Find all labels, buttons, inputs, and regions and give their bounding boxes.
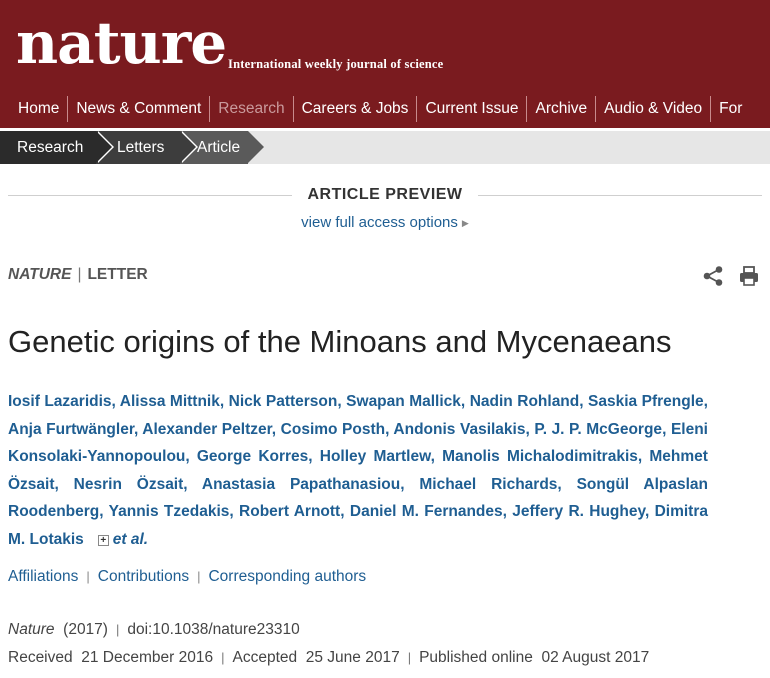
author-separator: , xyxy=(229,503,240,521)
author-link[interactable]: Cosimo Posth xyxy=(281,421,385,438)
nav-current-issue[interactable]: Current Issue xyxy=(417,96,528,122)
nav-news-comment[interactable]: News & Comment xyxy=(68,96,211,122)
author-link[interactable]: Alexander Peltzer xyxy=(142,421,271,438)
meta-separator: | xyxy=(115,622,120,637)
triangle-right-icon: ▶ xyxy=(461,217,469,228)
nav-home[interactable]: Home xyxy=(0,96,69,122)
author-link[interactable]: Swapan Mallick xyxy=(346,393,461,410)
author-link[interactable]: George Korres xyxy=(197,448,308,465)
masthead: nature International weekly journal of s… xyxy=(0,0,770,128)
author-separator: , xyxy=(579,393,589,410)
author-link[interactable]: Iosif Lazaridis xyxy=(8,393,112,410)
author-separator: , xyxy=(703,393,708,410)
author-link[interactable]: Yannis Tzedakis xyxy=(109,503,230,520)
corresponding-authors-link[interactable]: Corresponding authors xyxy=(208,568,366,585)
author-link[interactable]: Robert Arnott xyxy=(239,503,340,520)
author-link[interactable]: Saskia Pfrengle xyxy=(588,393,704,410)
author-link[interactable]: P. J. P. McGeorge xyxy=(534,421,662,438)
journal-name: NATURE xyxy=(8,266,72,283)
breadcrumb-arrow xyxy=(248,131,264,163)
nav-audio-video[interactable]: Audio & Video xyxy=(596,96,712,122)
author-info-links: Affiliations | Contributions | Corresponding… xyxy=(8,568,366,586)
article-type: LETTER xyxy=(87,266,148,283)
author-separator: , xyxy=(308,448,320,466)
kicker-separator: | xyxy=(77,266,82,283)
author-link[interactable]: Anja Furtwängler xyxy=(8,421,134,438)
author-link[interactable]: Daniel M. Fernandes xyxy=(350,503,503,520)
author-link[interactable]: Holley Martlew xyxy=(320,448,431,465)
author-separator: , xyxy=(557,475,577,493)
expand-authors-icon[interactable]: + xyxy=(97,534,109,546)
accepted-date: 25 June 2017 xyxy=(305,649,400,666)
article-tools xyxy=(702,265,760,287)
author-separator: , xyxy=(502,503,513,521)
author-separator: , xyxy=(430,448,443,466)
breadcrumb-arrow xyxy=(96,131,112,163)
author-link[interactable]: Manolis Michalodimitrakis xyxy=(442,448,638,465)
dates-line: Received 21 December 2016 | Accepted 25 Ju… xyxy=(8,649,649,667)
author-separator: , xyxy=(99,503,109,521)
received-date: 21 December 2016 xyxy=(81,649,214,666)
article-kicker: NATURE | LETTER xyxy=(8,266,148,284)
print-icon[interactable] xyxy=(738,265,760,287)
accepted-label: Accepted xyxy=(232,649,298,666)
citation-line: Nature (2017) | doi:10.1038/nature23310 xyxy=(8,621,300,639)
share-icon[interactable] xyxy=(702,265,724,287)
nav-for[interactable]: For xyxy=(711,96,750,122)
affiliations-link[interactable]: Affiliations xyxy=(8,568,78,585)
received-label: Received xyxy=(8,649,73,666)
author-separator: , xyxy=(662,420,671,438)
nav-research[interactable]: Research xyxy=(210,96,294,122)
link-separator: | xyxy=(197,569,201,584)
view-full-access-link[interactable]: view full access options ▶ xyxy=(0,214,770,231)
author-link[interactable]: Nadin Rohland xyxy=(470,393,580,410)
author-separator: , xyxy=(340,503,350,521)
article-title: Genetic origins of the Minoans and Mycen… xyxy=(8,324,672,359)
author-separator: , xyxy=(637,448,650,466)
author-separator: , xyxy=(111,393,120,410)
citation-journal: Nature xyxy=(8,621,55,638)
author-separator: , xyxy=(183,475,202,493)
nav-archive[interactable]: Archive xyxy=(527,96,597,122)
author-separator: , xyxy=(185,448,197,466)
breadcrumb-arrow xyxy=(180,131,196,163)
author-separator: , xyxy=(644,503,655,521)
tagline: International weekly journal of science xyxy=(228,57,444,71)
citation-doi: doi:10.1038/nature23310 xyxy=(127,621,300,638)
author-link[interactable]: Anastasia Papathanasiou xyxy=(202,476,400,493)
link-separator: | xyxy=(86,569,90,584)
contributions-link[interactable]: Contributions xyxy=(98,568,189,585)
author-list: Iosif Lazaridis, Alissa Mittnik, Nick Pa… xyxy=(8,388,708,554)
author-separator: , xyxy=(337,393,347,410)
et-al-link[interactable]: et al. xyxy=(113,531,148,548)
nav-careers-jobs[interactable]: Careers & Jobs xyxy=(294,96,418,122)
citation-year: (2017) xyxy=(63,621,108,638)
breadcrumb: Article Letters Research xyxy=(0,131,770,164)
breadcrumb-label: Letters xyxy=(117,139,165,156)
article-preview-label: ARTICLE PREVIEW xyxy=(293,186,477,203)
author-link[interactable]: Nick Patterson xyxy=(229,393,338,410)
access-link-text: view full access options xyxy=(301,214,458,231)
author-link[interactable]: Jeffery R. Hughey xyxy=(512,503,645,520)
author-separator: , xyxy=(219,393,229,410)
published-label: Published online xyxy=(419,649,533,666)
meta-separator: | xyxy=(221,650,225,665)
breadcrumb-label: Research xyxy=(17,139,84,156)
author-separator: , xyxy=(54,475,74,493)
article-preview-heading: ARTICLE PREVIEW xyxy=(0,186,770,204)
author-link[interactable]: Andonis Vasilakis xyxy=(393,421,525,438)
author-separator: , xyxy=(271,420,281,438)
author-separator: , xyxy=(400,475,420,493)
nature-logo[interactable]: nature xyxy=(16,14,227,72)
published-date: 02 August 2017 xyxy=(541,649,650,666)
breadcrumb-label: Article xyxy=(197,139,241,156)
author-separator: , xyxy=(460,393,470,410)
author-link[interactable]: Michael Richards xyxy=(419,476,557,493)
meta-separator: | xyxy=(407,650,412,665)
author-link[interactable]: Nesrin Özsait xyxy=(74,476,184,493)
breadcrumb-research[interactable]: Research xyxy=(0,131,114,164)
main-nav: Home News & Comment Research Careers & J… xyxy=(0,92,750,126)
author-link[interactable]: Alissa Mittnik xyxy=(120,393,220,410)
